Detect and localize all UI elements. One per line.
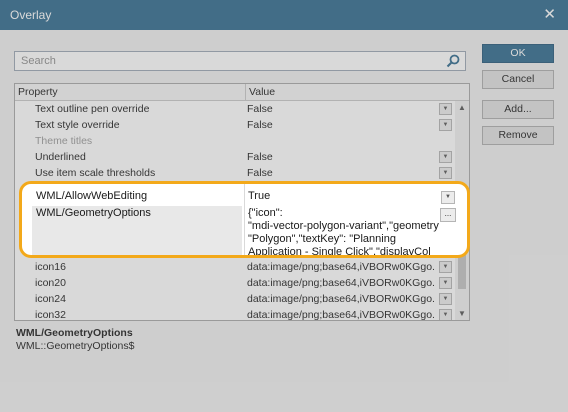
geometry-options-line[interactable]: "mdi-vector-polygon-variant","geometry (248, 220, 439, 232)
highlight-callout: WML/AllowWebEditing True ▼ WML/GeometryO… (19, 181, 470, 258)
column-divider[interactable] (245, 84, 246, 100)
dropdown-icon[interactable]: ▼ (439, 103, 452, 115)
search-input[interactable]: Search (21, 55, 56, 67)
dropdown-icon[interactable]: ▼ (439, 119, 452, 131)
property-value[interactable]: False (247, 167, 435, 179)
grid-row[interactable]: Underlined False ▼ (15, 149, 455, 165)
grid-header: Property Value (15, 84, 469, 101)
ok-button[interactable]: OK (482, 44, 554, 63)
dropdown-icon[interactable]: ▼ (439, 277, 452, 289)
grid-row[interactable]: Text style override False ▼ (15, 117, 455, 133)
property-name: icon20 (35, 277, 66, 289)
property-name: Text style override (35, 119, 120, 131)
grid-row[interactable]: icon16 data:image/png;base64,iVBORw0KGgo… (15, 259, 455, 275)
search-icon[interactable] (445, 53, 461, 69)
description-title: WML/GeometryOptions (16, 327, 133, 339)
property-value[interactable]: False (247, 151, 435, 163)
description-text: WML::GeometryOptions$ (16, 340, 135, 352)
ellipsis-button[interactable]: ... (440, 208, 456, 222)
geometry-options-line[interactable]: Application - Single Click","displayCol (248, 246, 431, 255)
property-name-allow-web-editing[interactable]: WML/AllowWebEditing (36, 190, 147, 202)
close-icon[interactable]: ✕ (543, 5, 556, 23)
category-name: Theme titles (35, 135, 93, 147)
grid-row[interactable]: icon32 data:image/png;base64,iVBORw0KGgo… (15, 307, 455, 321)
dropdown-icon[interactable]: ▼ (439, 293, 452, 305)
property-name: Use item scale thresholds (35, 167, 156, 179)
dropdown-icon[interactable]: ▼ (441, 191, 455, 204)
property-name-geometry-options[interactable]: WML/GeometryOptions (36, 207, 151, 219)
property-value-allow-web-editing[interactable]: True (248, 190, 270, 202)
dropdown-icon[interactable]: ▼ (439, 309, 452, 320)
grid-row[interactable]: Text outline pen override False ▼ (15, 101, 455, 117)
property-name: Text outline pen override (35, 103, 150, 115)
grid-row[interactable]: Use item scale thresholds False ▼ (15, 165, 455, 181)
property-name: icon24 (35, 293, 66, 305)
dropdown-icon[interactable]: ▼ (439, 167, 452, 179)
grid-category-row: Theme titles (15, 133, 455, 149)
column-header-property[interactable]: Property (18, 86, 58, 98)
scroll-down-icon[interactable]: ▼ (458, 309, 466, 318)
property-value[interactable]: data:image/png;base64,iVBORw0KGgo... (247, 261, 435, 273)
geometry-options-line[interactable]: {"icon": (248, 207, 283, 219)
property-value[interactable]: data:image/png;base64,iVBORw0KGgo... (247, 277, 435, 289)
property-value[interactable]: False (247, 119, 435, 131)
remove-button[interactable]: Remove (482, 126, 554, 145)
property-name: Underlined (35, 151, 86, 163)
property-value[interactable]: data:image/png;base64,iVBORw0KGgo... (247, 293, 435, 305)
add-button[interactable]: Add... (482, 100, 554, 119)
dropdown-icon[interactable]: ▼ (439, 151, 452, 163)
property-value[interactable]: False (247, 103, 435, 115)
dropdown-icon[interactable]: ▼ (439, 261, 452, 273)
search-box[interactable]: Search (14, 51, 466, 71)
cancel-button[interactable]: Cancel (482, 70, 554, 89)
window-title: Overlay (10, 8, 52, 22)
property-value[interactable]: data:image/png;base64,iVBORw0KGgo... (247, 309, 435, 320)
grid-row[interactable]: icon24 data:image/png;base64,iVBORw0KGgo… (15, 291, 455, 307)
column-divider (244, 184, 245, 255)
grid-row[interactable]: icon20 data:image/png;base64,iVBORw0KGgo… (15, 275, 455, 291)
title-bar: Overlay ✕ (0, 0, 568, 30)
property-name: icon32 (35, 309, 66, 321)
scroll-up-icon[interactable]: ▲ (458, 103, 466, 112)
property-name: icon16 (35, 261, 66, 273)
column-header-value[interactable]: Value (249, 86, 275, 98)
geometry-options-line[interactable]: "Polygon","textKey": "Planning (248, 233, 396, 245)
